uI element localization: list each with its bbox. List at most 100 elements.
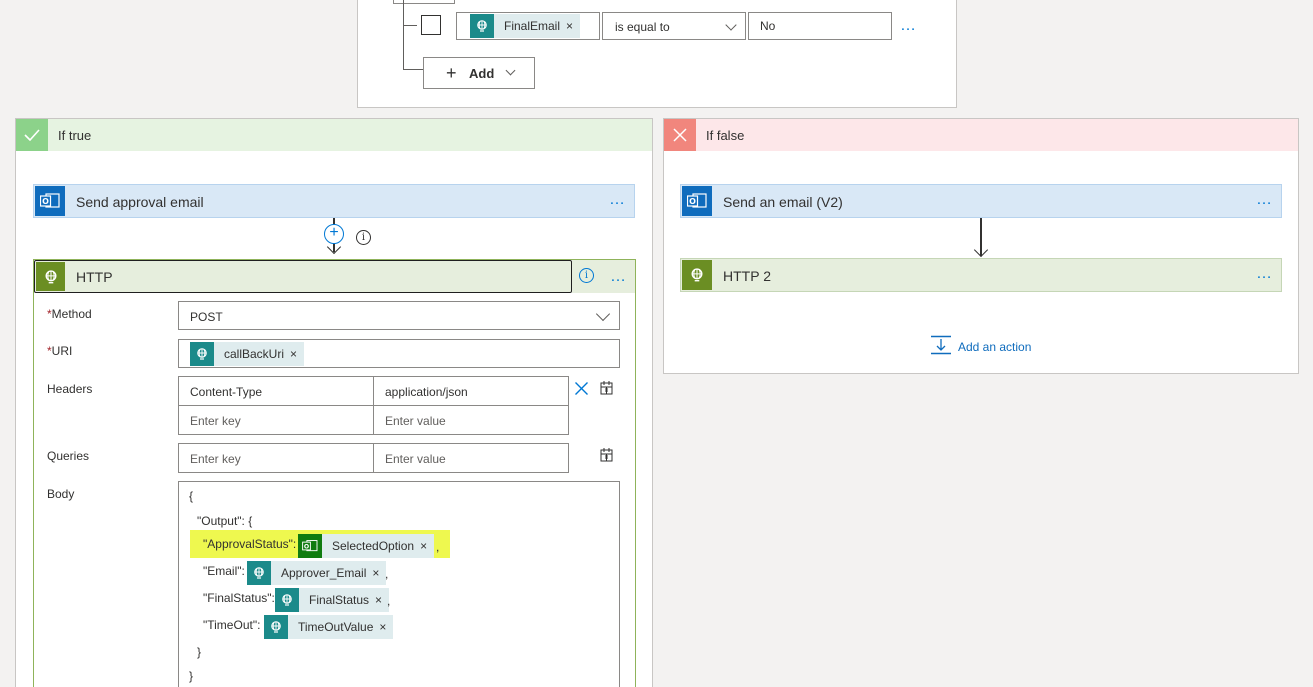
add-action-icon bbox=[930, 335, 952, 358]
action-title: HTTP 2 bbox=[723, 268, 771, 284]
body-close-outer: } bbox=[189, 669, 194, 683]
http-globe-icon bbox=[247, 561, 271, 585]
outlook-icon: O bbox=[35, 186, 65, 216]
method-value: POST bbox=[190, 310, 223, 324]
finalstatus-token[interactable]: FinalStatus × bbox=[275, 588, 390, 612]
http-globe-icon bbox=[190, 342, 214, 366]
svg-text:O: O bbox=[42, 197, 49, 206]
token-label: FinalStatus bbox=[309, 593, 370, 607]
value-placeholder: Enter value bbox=[385, 414, 446, 428]
tree-line bbox=[403, 25, 417, 26]
http-globe-icon bbox=[264, 615, 288, 639]
http-action-title: HTTP bbox=[76, 269, 113, 285]
http-globe-icon bbox=[470, 14, 494, 38]
method-select[interactable]: POST bbox=[178, 301, 620, 330]
svg-text:O: O bbox=[304, 543, 309, 550]
http-2-action[interactable]: HTTP 2 … bbox=[680, 258, 1282, 292]
condition-row-more-icon[interactable]: … bbox=[900, 18, 917, 34]
add-an-action-label: Add an action bbox=[958, 339, 1032, 354]
body-open-brace: { bbox=[189, 489, 194, 503]
condition-operator-select[interactable]: is equal to bbox=[602, 12, 746, 40]
info-icon[interactable]: i bbox=[356, 230, 371, 245]
insert-step-plus-icon[interactable]: + bbox=[324, 224, 344, 244]
comma: , bbox=[436, 540, 440, 554]
token-label: callBackUri bbox=[224, 347, 285, 361]
tree-line bbox=[403, 69, 423, 70]
approvalstatus-key: "ApprovalStatus": bbox=[203, 537, 297, 551]
header-value-value: application/json bbox=[385, 385, 468, 399]
action-more-icon[interactable]: … bbox=[609, 192, 626, 208]
comma: , bbox=[387, 594, 391, 608]
if-true-title: If true bbox=[58, 128, 92, 143]
delete-row-icon[interactable] bbox=[574, 381, 589, 399]
callbackuri-token[interactable]: callBackUri × bbox=[190, 342, 305, 366]
method-label: *Method bbox=[47, 307, 92, 321]
chevron-down-icon bbox=[505, 65, 516, 76]
action-title: Send approval email bbox=[76, 194, 204, 210]
http-header-tools: i … bbox=[572, 260, 635, 293]
token-label: SelectedOption bbox=[332, 539, 415, 553]
info-icon[interactable]: i bbox=[579, 268, 594, 283]
header-key-input[interactable]: Content-Type bbox=[178, 376, 374, 406]
header-value-input-empty[interactable]: Enter value bbox=[373, 405, 569, 435]
body-label: Body bbox=[47, 487, 75, 501]
timeoutvalue-token[interactable]: TimeOutValue × bbox=[264, 615, 394, 639]
query-value-input[interactable]: Enter value bbox=[373, 443, 569, 473]
token-remove-icon[interactable]: × bbox=[566, 19, 580, 33]
key-placeholder: Enter key bbox=[190, 452, 241, 466]
svg-text:O: O bbox=[689, 197, 696, 206]
query-key-input[interactable]: Enter key bbox=[178, 443, 374, 473]
chevron-down-icon bbox=[595, 306, 611, 322]
approver-email-token[interactable]: Approver_Email × bbox=[247, 561, 387, 585]
condition-right-operand[interactable]: No bbox=[748, 12, 892, 40]
send-approval-email-action[interactable]: O Send approval email … bbox=[33, 184, 635, 218]
token-label: TimeOutValue bbox=[298, 620, 374, 634]
action-more-icon[interactable]: … bbox=[1256, 266, 1273, 282]
email-key: "Email": bbox=[203, 564, 245, 578]
uri-input[interactable]: callBackUri × bbox=[178, 339, 620, 368]
comma: , bbox=[385, 567, 389, 581]
uri-label: *URI bbox=[47, 344, 73, 358]
token-remove-icon[interactable]: × bbox=[290, 347, 304, 361]
http-action-header[interactable]: HTTP bbox=[34, 260, 572, 293]
add-condition-button[interactable]: + Add bbox=[423, 57, 535, 89]
outlook-icon: O bbox=[298, 534, 322, 558]
header-key-input-empty[interactable]: Enter key bbox=[178, 405, 374, 435]
check-icon bbox=[16, 119, 48, 151]
http-globe-icon bbox=[36, 262, 65, 291]
action-more-icon[interactable]: … bbox=[1256, 192, 1273, 208]
outlook-icon: O bbox=[682, 186, 712, 216]
add-button-label: Add bbox=[469, 66, 495, 81]
http-globe-icon bbox=[682, 260, 712, 290]
add-an-action-button[interactable]: Add an action bbox=[930, 335, 1031, 358]
send-email-v2-action[interactable]: O Send an email (V2) … bbox=[680, 184, 1282, 218]
if-true-header[interactable]: If true bbox=[16, 119, 652, 151]
token-remove-icon[interactable]: × bbox=[420, 539, 434, 553]
plus-icon: + bbox=[446, 63, 457, 83]
headers-label: Headers bbox=[47, 382, 93, 396]
condition-row-checkbox[interactable] bbox=[421, 15, 441, 35]
condition-left-operand[interactable]: FinalEmail × bbox=[456, 12, 600, 40]
finalemail-token[interactable]: FinalEmail × bbox=[470, 14, 581, 38]
if-false-header[interactable]: If false bbox=[664, 119, 1298, 151]
selectedoption-token[interactable]: O SelectedOption × bbox=[298, 534, 435, 558]
body-output-line: "Output": { bbox=[197, 514, 253, 528]
action-title: Send an email (V2) bbox=[723, 194, 843, 210]
switch-to-text-mode-icon[interactable] bbox=[599, 447, 615, 466]
action-more-icon[interactable]: … bbox=[610, 269, 627, 285]
body-close-inner: } bbox=[197, 645, 202, 659]
token-label: Approver_Email bbox=[281, 566, 367, 580]
tree-line bbox=[403, 0, 404, 70]
token-label: FinalEmail bbox=[504, 19, 561, 33]
http-globe-icon bbox=[275, 588, 299, 612]
timeout-key: "TimeOut": bbox=[203, 618, 261, 632]
if-false-title: If false bbox=[706, 128, 745, 143]
token-remove-icon[interactable]: × bbox=[379, 620, 393, 634]
switch-to-text-mode-icon[interactable] bbox=[599, 380, 615, 399]
body-editor[interactable] bbox=[178, 481, 620, 687]
header-key-value: Content-Type bbox=[190, 385, 263, 399]
value-placeholder: Enter value bbox=[385, 452, 446, 466]
key-placeholder: Enter key bbox=[190, 414, 241, 428]
queries-label: Queries bbox=[47, 449, 90, 463]
header-value-input[interactable]: application/json bbox=[373, 376, 569, 406]
